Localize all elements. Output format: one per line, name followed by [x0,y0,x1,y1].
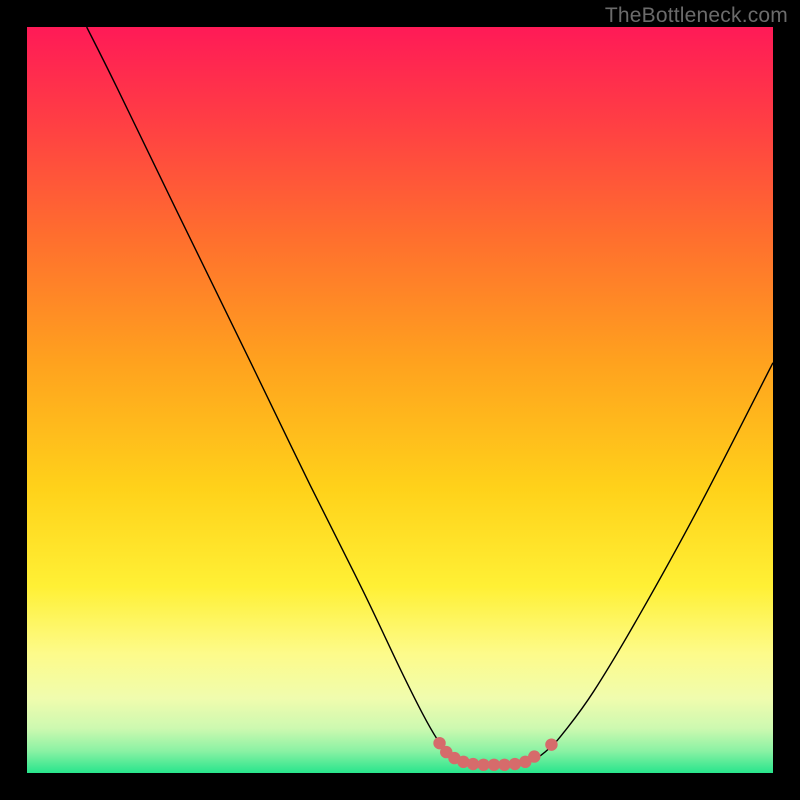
chart-plot-area [27,27,773,773]
marker-dot [509,758,521,770]
marker-dot [545,738,557,750]
watermark-text: TheBottleneck.com [605,4,788,28]
chart-background [27,27,773,773]
chart-frame: TheBottleneck.com [0,0,800,800]
marker-dot [528,750,540,762]
chart-svg [27,27,773,773]
